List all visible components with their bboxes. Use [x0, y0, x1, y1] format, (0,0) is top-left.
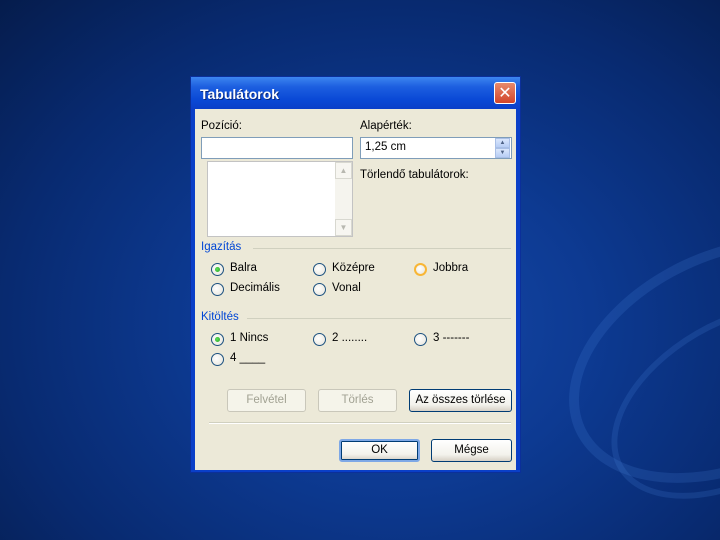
leader-none-radio[interactable] — [211, 333, 224, 346]
button-separator — [209, 422, 511, 424]
position-input[interactable] — [201, 137, 353, 159]
position-label: Pozíció: — [201, 120, 242, 132]
default-stop-value: 1,25 cm — [365, 141, 406, 153]
scroll-up-arrow-icon[interactable]: ▲ — [335, 162, 352, 179]
tabs-dialog: Tabulátorok ✕ Pozíció: ▲ ▼ Alapérték: 1,… — [190, 76, 521, 473]
leader-underline-radio[interactable] — [211, 353, 224, 366]
scroll-down-arrow-icon[interactable]: ▼ — [335, 219, 352, 236]
leader-none-label[interactable]: 1 Nincs — [230, 332, 268, 344]
alignment-bar-label[interactable]: Vonal — [332, 282, 361, 294]
spin-down-arrow-icon[interactable]: ▼ — [495, 148, 510, 158]
dialog-title: Tabulátorok — [200, 86, 280, 102]
alignment-left-label[interactable]: Balra — [230, 262, 257, 274]
leader-dashes-label[interactable]: 3 ------- — [433, 332, 469, 344]
alignment-right-radio[interactable] — [414, 263, 427, 276]
clear-tabs-label: Törlendő tabulátorok: — [360, 169, 469, 181]
spin-up-arrow-icon[interactable]: ▲ — [495, 138, 510, 148]
leader-dots-radio[interactable] — [313, 333, 326, 346]
default-stop-label: Alapérték: — [360, 120, 412, 132]
clear-all-button[interactable]: Az összes törlése — [409, 389, 512, 412]
alignment-bar-radio[interactable] — [313, 283, 326, 296]
close-icon: ✕ — [498, 83, 512, 102]
alignment-center-radio[interactable] — [313, 263, 326, 276]
clear-button[interactable]: Törlés — [318, 389, 397, 412]
leader-dots-label[interactable]: 2 ........ — [332, 332, 367, 344]
list-scrollbar[interactable]: ▲ ▼ — [335, 162, 352, 236]
alignment-decimal-label[interactable]: Decimális — [230, 282, 280, 294]
alignment-group-title: Igazítás — [201, 241, 242, 253]
default-stop-input[interactable]: 1,25 cm ▲ ▼ — [360, 137, 512, 159]
set-button[interactable]: Felvétel — [227, 389, 306, 412]
close-button[interactable]: ✕ — [494, 82, 516, 104]
ok-button[interactable]: OK — [339, 439, 420, 462]
alignment-center-label[interactable]: Középre — [332, 262, 375, 274]
leader-group-divider — [247, 318, 511, 319]
dialog-body: Pozíció: ▲ ▼ Alapérték: 1,25 cm ▲ ▼ Törl… — [195, 109, 516, 470]
alignment-right-label[interactable]: Jobbra — [433, 262, 468, 274]
leader-group-title: Kitöltés — [201, 311, 239, 323]
alignment-left-radio[interactable] — [211, 263, 224, 276]
alignment-group-divider — [253, 248, 511, 249]
tab-stop-list[interactable]: ▲ ▼ — [207, 161, 353, 237]
leader-underline-label[interactable]: 4 ____ — [230, 352, 265, 364]
alignment-decimal-radio[interactable] — [211, 283, 224, 296]
cancel-button[interactable]: Mégse — [431, 439, 512, 462]
leader-dashes-radio[interactable] — [414, 333, 427, 346]
dialog-titlebar[interactable]: Tabulátorok ✕ — [191, 77, 520, 109]
